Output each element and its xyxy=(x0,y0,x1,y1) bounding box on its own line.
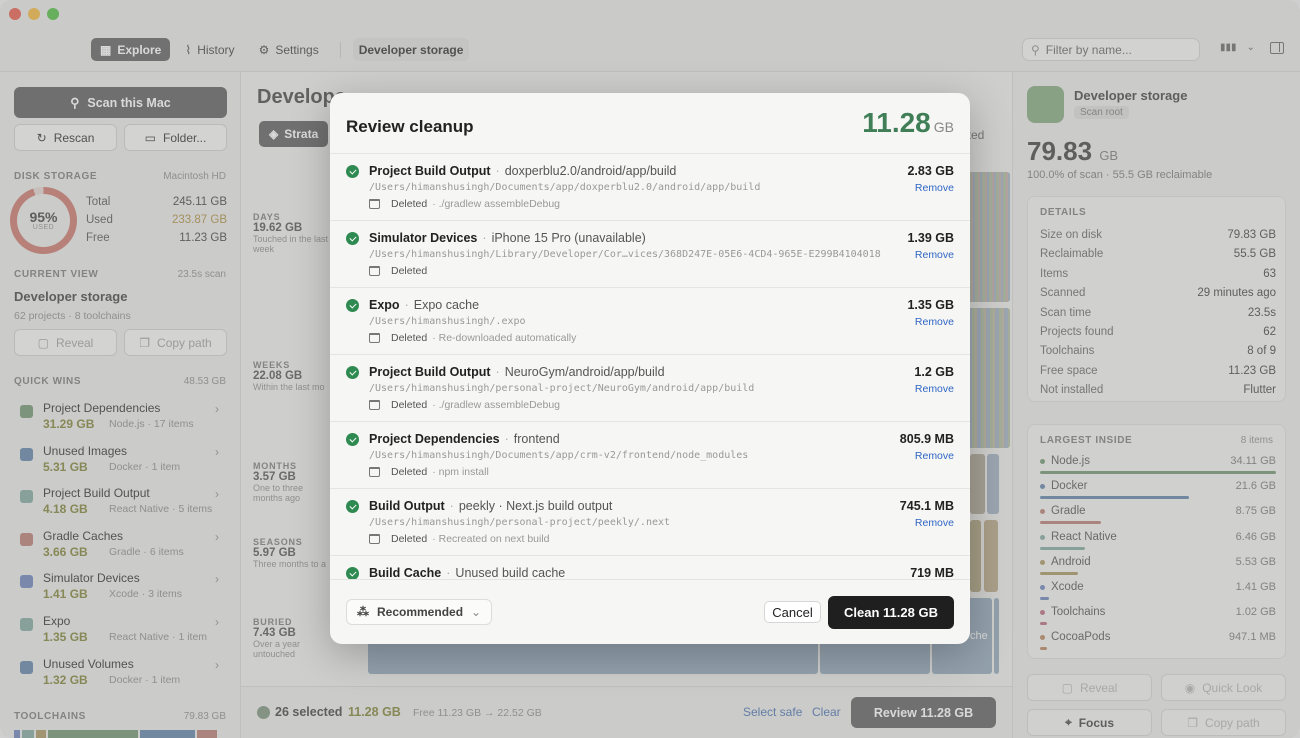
cleanup-item-size: 1.39 GB xyxy=(907,231,954,245)
remove-link[interactable]: Remove xyxy=(915,450,954,462)
remove-link[interactable]: Remove xyxy=(915,316,954,328)
dialog-title: Review cleanup xyxy=(346,117,474,136)
separator: · xyxy=(404,298,409,312)
cleanup-item-name: Project Build Output xyxy=(369,365,491,379)
status-text: Deleted xyxy=(391,265,428,277)
cancel-button[interactable]: Cancel xyxy=(764,601,821,623)
trash-icon xyxy=(369,266,380,276)
separator: · xyxy=(495,164,500,178)
cleanup-item-name: Simulator Devices xyxy=(369,231,478,245)
cleanup-item-detail: frontend xyxy=(513,432,560,446)
cleanup-item-heading: Simulator Devices · iPhone 15 Pro (unavail… xyxy=(369,231,646,245)
check-circle-icon[interactable] xyxy=(346,567,359,579)
separator: · xyxy=(482,231,487,245)
cleanup-item-heading: Expo · Expo cache xyxy=(369,298,479,312)
cleanup-item-path: /Users/himanshusingh/Documents/app/doxpe… xyxy=(369,182,761,193)
status-note: · Re-downloaded automatically xyxy=(432,332,577,344)
cleanup-item-heading: Project Build Output · doxperblu2.0/androi… xyxy=(369,164,676,178)
remove-link[interactable]: Remove xyxy=(915,249,954,261)
cleanup-item-size: 719 MB xyxy=(910,566,954,580)
check-circle-icon[interactable] xyxy=(346,366,359,379)
dialog-total-value: 11.28 xyxy=(862,107,931,138)
trash-icon xyxy=(369,199,380,209)
check-circle-icon[interactable] xyxy=(346,433,359,446)
review-cleanup-dialog: Review cleanup 11.28 GB Project Build Out… xyxy=(330,93,970,644)
status-note: · ./gradlew assembleDebug xyxy=(432,198,561,210)
cleanup-item-detail: Expo cache xyxy=(413,298,480,312)
cleanup-item-detail: NeuroGym/android/app/build xyxy=(504,365,665,379)
cleanup-item-path: /Users/himanshusingh/personal-project/Ne… xyxy=(369,383,755,394)
separator: · xyxy=(504,432,509,446)
status-note: · npm install xyxy=(432,466,489,478)
cleanup-item-status: Deleted xyxy=(369,265,427,277)
cleanup-item-size: 2.83 GB xyxy=(907,164,954,178)
chevron-down-icon: ⌄ xyxy=(471,605,482,619)
cleanup-item-name: Build Cache xyxy=(369,566,442,580)
cleanup-item-size: 1.2 GB xyxy=(914,365,954,379)
cleanup-item-path: /Users/himanshusingh/Library/Developer/C… xyxy=(369,249,881,260)
cleanup-item-path: /Users/himanshusingh/.expo xyxy=(369,316,526,327)
trash-icon xyxy=(369,400,380,410)
separator: · xyxy=(446,566,451,580)
cleanup-item[interactable]: Simulator Devices · iPhone 15 Pro (unavail… xyxy=(330,221,970,288)
cleanup-item-heading: Project Build Output · NeuroGym/android/ap… xyxy=(369,365,665,379)
cleanup-item-status: Deleted · Recreated on next build xyxy=(369,533,550,545)
cleanup-item-heading: Build Cache · Unused build cache xyxy=(369,566,566,580)
app-window: ▦ Explore ⌇ History ⚙ Settings Developer… xyxy=(0,0,1300,738)
cleanup-item-heading: Build Output · peekly · Next.js build outp… xyxy=(369,499,612,513)
cleanup-item-list[interactable]: Project Build Output · doxperblu2.0/androi… xyxy=(330,153,970,580)
check-circle-icon[interactable] xyxy=(346,165,359,178)
remove-link[interactable]: Remove xyxy=(915,182,954,194)
separator: · xyxy=(495,365,500,379)
recommended-label: Recommended xyxy=(377,605,464,619)
cleanup-item-name: Expo xyxy=(369,298,400,312)
cleanup-item-detail: iPhone 15 Pro (unavailable) xyxy=(491,231,646,245)
cleanup-item[interactable]: Project Build Output · doxperblu2.0/androi… xyxy=(330,154,970,221)
status-text: Deleted xyxy=(391,332,428,344)
cleanup-item-size: 1.35 GB xyxy=(907,298,954,312)
cleanup-item-heading: Project Dependencies · frontend xyxy=(369,432,560,446)
cleanup-item-detail: peekly · Next.js build output xyxy=(458,499,613,513)
remove-link[interactable]: Remove xyxy=(915,517,954,529)
cleanup-item-detail: Unused build cache xyxy=(455,566,566,580)
cleanup-item[interactable]: Build Output · peekly · Next.js build outp… xyxy=(330,489,970,556)
recommended-dropdown[interactable]: ⁂ Recommended ⌄ xyxy=(346,599,493,625)
cleanup-item-name: Build Output xyxy=(369,499,445,513)
status-text: Deleted xyxy=(391,466,428,478)
cleanup-item-path: /Users/himanshusingh/personal-project/pe… xyxy=(369,517,671,528)
status-note: · Recreated on next build xyxy=(432,533,550,545)
status-text: Deleted xyxy=(391,198,428,210)
cleanup-item[interactable]: Project Build Output · NeuroGym/android/ap… xyxy=(330,355,970,422)
separator: · xyxy=(449,499,454,513)
cleanup-item[interactable]: Build Cache · Unused build cache 719 MB xyxy=(330,556,970,580)
trash-icon xyxy=(369,333,380,343)
check-circle-icon[interactable] xyxy=(346,299,359,312)
cleanup-item-status: Deleted · ./gradlew assembleDebug xyxy=(369,399,560,411)
status-text: Deleted xyxy=(391,399,428,411)
dialog-total: 11.28 GB xyxy=(862,107,954,139)
check-circle-icon[interactable] xyxy=(346,232,359,245)
cleanup-item-size: 745.1 MB xyxy=(899,499,954,513)
remove-link[interactable]: Remove xyxy=(915,383,954,395)
cleanup-item-name: Project Build Output xyxy=(369,164,491,178)
cleanup-item-detail: doxperblu2.0/android/app/build xyxy=(504,164,677,178)
status-note: · ./gradlew assembleDebug xyxy=(432,399,561,411)
cleanup-item-status: Deleted · ./gradlew assembleDebug xyxy=(369,198,560,210)
cleanup-item-path: /Users/himanshusingh/Documents/app/crm-v… xyxy=(369,450,749,461)
cleanup-item[interactable]: Project Dependencies · frontend/Users/hima… xyxy=(330,422,970,489)
sparkle-icon: ⁂ xyxy=(357,605,369,619)
cleanup-item-size: 805.9 MB xyxy=(899,432,954,446)
check-circle-icon[interactable] xyxy=(346,500,359,513)
clean-button[interactable]: Clean 11.28 GB xyxy=(828,596,954,629)
trash-icon xyxy=(369,534,380,544)
status-text: Deleted xyxy=(391,533,428,545)
trash-icon xyxy=(369,467,380,477)
cleanup-item[interactable]: Expo · Expo cache/Users/himanshusingh/.exp… xyxy=(330,288,970,355)
dialog-total-unit: GB xyxy=(933,119,954,135)
cleanup-item-status: Deleted · npm install xyxy=(369,466,489,478)
cleanup-item-name: Project Dependencies xyxy=(369,432,500,446)
cleanup-item-status: Deleted · Re-downloaded automatically xyxy=(369,332,576,344)
